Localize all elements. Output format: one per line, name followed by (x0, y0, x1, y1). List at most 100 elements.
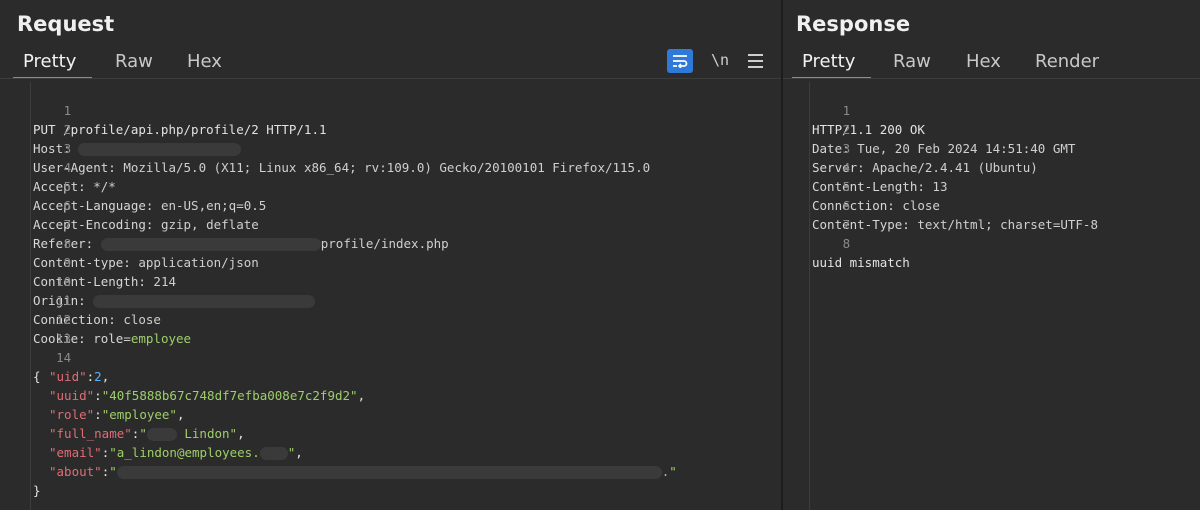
line-number: 3 (63, 141, 72, 156)
response-tab-divider (783, 78, 1200, 79)
line-number: 5 (842, 179, 851, 194)
json-key: "uid" (49, 369, 87, 384)
json-string: Lindon" (176, 426, 238, 441)
tab-response-pretty[interactable]: Pretty (791, 48, 872, 79)
wrap-lines-icon (673, 55, 688, 68)
line-number: 10 (56, 274, 72, 289)
line-number: 6 (842, 198, 851, 213)
code-line: 1 PUT /profile/api.php/profile/2 HTTP/1.… (0, 82, 327, 137)
header-value: close (115, 312, 161, 327)
code-line: 4 Content-Length: 13 (783, 139, 947, 194)
tab-request-raw[interactable]: Raw (115, 48, 153, 78)
wrap-lines-button[interactable] (667, 49, 693, 73)
code-line: "full_name":" Lindon", (49, 426, 245, 441)
json-key: "about" (49, 464, 102, 479)
header-value: Mozilla/5.0 (X11; Linux x86_64; rv:109.0… (115, 160, 651, 175)
json-key: "uuid" (49, 388, 95, 403)
code-line: 12 Cookie: role=employee (0, 291, 191, 346)
line-number: 13 (56, 331, 72, 346)
code-line: 8 uuid mismatch (783, 215, 910, 270)
line-number: 4 (842, 160, 851, 175)
line-number: 5 (63, 179, 72, 194)
code-line: 4 Accept: */* (0, 139, 116, 194)
line-number: 9 (63, 255, 72, 270)
code-line: 15 (0, 486, 71, 510)
cookie-equals: = (123, 331, 131, 346)
header-value: application/json (130, 255, 259, 270)
request-editor[interactable]: 1 PUT /profile/api.php/profile/2 HTTP/1.… (0, 82, 781, 510)
line-number: 3 (842, 141, 851, 156)
code-line: 6 Content-Type: text/html; charset=UTF-8 (783, 177, 1098, 232)
json-string: " (287, 445, 296, 460)
line-number: 4 (63, 160, 72, 175)
line-number: 14 (56, 350, 72, 365)
code-line: 2 Date: Tue, 20 Feb 2024 14:51:40 GMT (783, 101, 1075, 156)
line-number: 12 (56, 312, 72, 327)
code-line: 2 Host: (0, 101, 242, 156)
code-line: 14 { (0, 329, 71, 384)
line-number: 11 (56, 293, 72, 308)
code-line: 3 User-Agent: Mozilla/5.0 (X11; Linux x8… (0, 120, 650, 175)
code-line: 7 (783, 196, 851, 232)
code-line: 5 Connection: close (783, 158, 940, 213)
cookie-key: role (85, 331, 124, 346)
header-value: close (894, 198, 940, 213)
redaction-mark (78, 143, 242, 156)
redaction-mark (116, 466, 662, 479)
code-line: 9 Content-Length: 214 (0, 234, 176, 289)
line-number: 2 (63, 122, 72, 137)
code-line: "about":" ." (49, 464, 677, 479)
tab-response-hex[interactable]: Hex (966, 48, 1001, 78)
json-string: "a_lindon@employees. (109, 445, 260, 460)
json-number: 2 (94, 369, 102, 384)
tab-request-pretty[interactable]: Pretty (12, 48, 93, 79)
tab-response-raw[interactable]: Raw (893, 48, 931, 78)
code-line: 10 Origin: (0, 253, 316, 308)
json-string: "employee" (101, 407, 177, 422)
line-number: 7 (63, 217, 72, 232)
code-line: 13 (0, 310, 71, 346)
json-string: " (139, 426, 147, 441)
line-number: 1 (842, 103, 851, 118)
line-number: 7 (842, 217, 851, 232)
request-title: Request (17, 12, 115, 36)
response-title: Response (796, 12, 911, 36)
line-number: 15 (45, 505, 71, 510)
request-tabs: Pretty Raw Hex (0, 48, 781, 79)
code-line: "uid":2, (49, 369, 110, 384)
code-line: "role":"employee", (49, 407, 185, 422)
redaction-mark (259, 447, 288, 460)
json-string: " (109, 464, 117, 479)
request-line: PUT /profile/api.php/profile/2 HTTP/1.1 (33, 122, 327, 137)
code-line: "uuid":"40f5888b67c748df7efba008e7c2f9d2… (49, 388, 366, 403)
header-value: 214 (145, 274, 176, 289)
line-number: 8 (842, 236, 851, 251)
tab-response-render[interactable]: Render (1035, 48, 1099, 78)
code-line: "email":"a_lindon@employees. ", (49, 445, 303, 460)
code-line: 5 Accept-Language: en-US,en;q=0.5 (0, 158, 266, 213)
tab-request-hex[interactable]: Hex (187, 48, 222, 78)
code-line: 3 Server: Apache/2.4.41 (Ubuntu) (783, 120, 1038, 175)
code-line: } (0, 462, 45, 498)
show-newlines-button[interactable]: \n (707, 49, 733, 73)
header-value: profile/index.php (320, 236, 449, 251)
code-line: 8 Content-type: application/json (0, 215, 259, 270)
code-line: 1 HTTP/1.1 200 OK (783, 82, 925, 137)
hamburger-menu-icon[interactable] (743, 49, 769, 73)
json-key: "role" (49, 407, 95, 422)
code-line: 7 Referer: profile/index.php (0, 196, 449, 251)
code-line: 11 Connection: close (0, 272, 161, 327)
json-key: "full_name" (49, 426, 132, 441)
code-line: 6 Accept-Encoding: gzip, deflate (0, 177, 259, 232)
header-value: Apache/2.4.41 (Ubuntu) (864, 160, 1038, 175)
header-value: text/html; charset=UTF-8 (909, 217, 1098, 232)
response-tabs: Pretty Raw Hex Render (783, 48, 1200, 79)
header-value: 13 (924, 179, 948, 194)
line-number: 6 (63, 198, 72, 213)
json-key: "email" (49, 445, 102, 460)
header-value: */* (85, 179, 116, 194)
redaction-mark (146, 428, 177, 441)
redaction-mark (100, 238, 321, 251)
response-editor[interactable]: 1 HTTP/1.1 200 OK 2 Date: Tue, 20 Feb 20… (783, 82, 1200, 510)
json-string: ." (661, 464, 677, 479)
